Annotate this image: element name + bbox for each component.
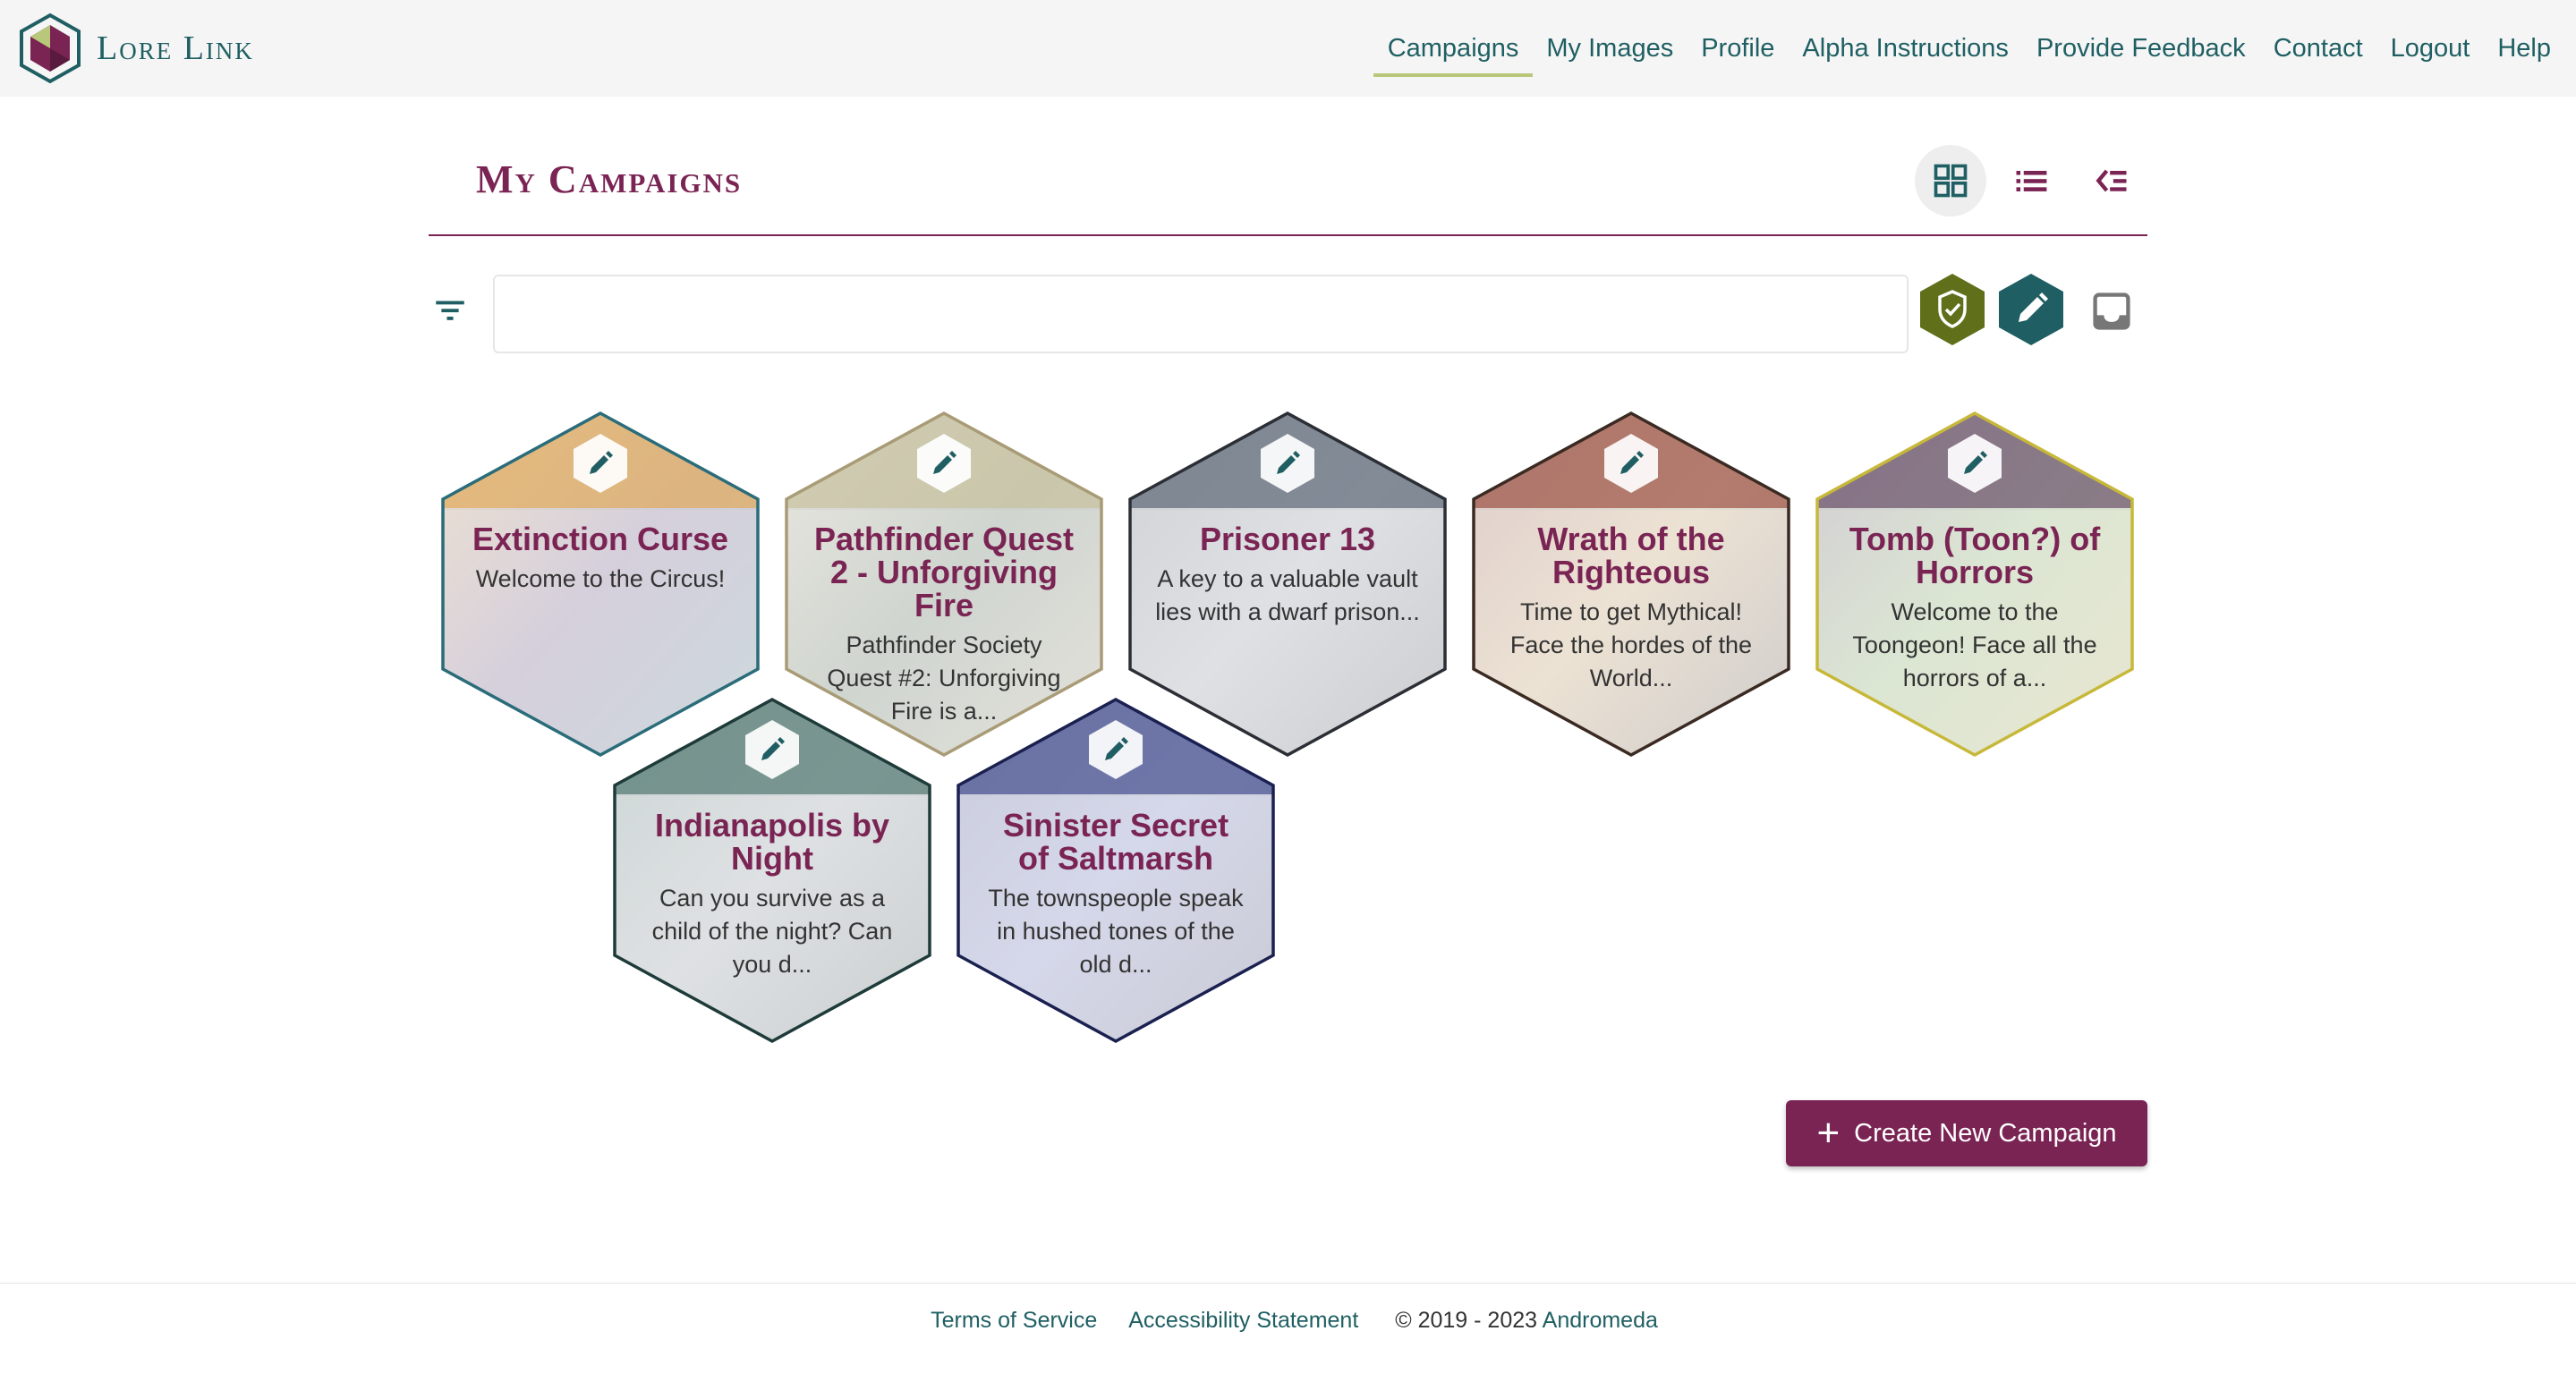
list-view-icon	[2016, 171, 2047, 191]
search-input[interactable]	[493, 275, 1909, 353]
accessibility-statement-link[interactable]: Accessibility Statement	[1128, 1308, 1358, 1333]
campaign-title: Extinction Curse	[472, 521, 729, 557]
page-title: My Campaigns	[476, 157, 743, 201]
edit-campaign-icon[interactable]	[1085, 719, 1146, 780]
edit-campaign-icon[interactable]	[1601, 433, 1662, 494]
create-campaign-button[interactable]: + Create New Campaign	[1786, 1100, 2147, 1166]
plus-icon: +	[1816, 1111, 1841, 1155]
detail-list-icon	[2096, 169, 2127, 192]
campaign-card-wrath-of-the-righteous[interactable]: Wrath of the Righteous Time to get Mythi…	[1472, 411, 1790, 757]
app-name: Lore Link	[97, 30, 254, 67]
app-logo[interactable]: Lore Link	[18, 11, 254, 86]
terms-of-service-link[interactable]: Terms of Service	[931, 1308, 1097, 1333]
campaign-card-indianapolis-by-night[interactable]: Indianapolis by Night Can you survive as…	[613, 698, 931, 1043]
shield-check-icon	[1920, 274, 1985, 345]
filter-button[interactable]	[428, 288, 472, 333]
main-nav: Campaigns My Images Profile Alpha Instru…	[1360, 0, 2551, 97]
campaign-title: Indianapolis by Night	[654, 807, 890, 877]
nav-logout[interactable]: Logout	[2391, 0, 2470, 97]
pencil-icon	[1999, 274, 2063, 345]
archived-filter-button[interactable]	[2088, 288, 2135, 335]
owned-filter-button[interactable]	[1915, 272, 1990, 347]
list-view-button[interactable]	[1995, 145, 2067, 216]
grid-view-button[interactable]	[1915, 145, 1986, 216]
nav-contact[interactable]: Contact	[2274, 0, 2363, 97]
nav-alpha-instructions[interactable]: Alpha Instructions	[1802, 0, 2009, 97]
edit-campaign-icon[interactable]	[914, 433, 974, 494]
filter-icon	[436, 301, 464, 320]
copyright: © 2019 - 2023 Andromeda	[1395, 1308, 1658, 1333]
editable-filter-button[interactable]	[1994, 272, 2069, 347]
edit-campaign-icon[interactable]	[1257, 433, 1318, 494]
campaign-description: Time to get Mythical! Face the hordes of…	[1509, 598, 1753, 691]
campaign-description: The townspeople speak in hushed tones of…	[988, 885, 1244, 978]
view-mode-toggle	[1915, 145, 2156, 216]
footer-divider	[0, 1283, 2576, 1284]
company-link[interactable]: Andromeda	[1543, 1308, 1658, 1333]
logo-hexagon-icon	[20, 13, 81, 84]
nav-profile[interactable]: Profile	[1701, 0, 1774, 97]
copyright-years: © 2019 - 2023	[1395, 1308, 1538, 1333]
footer: Terms of Service Accessibility Statement…	[0, 1308, 2576, 1334]
top-navbar: Lore Link Campaigns My Images Profile Al…	[0, 0, 2576, 97]
edit-campaign-icon[interactable]	[742, 719, 803, 780]
campaign-description: A key to a valuable vault lies with a dw…	[1155, 565, 1420, 625]
campaign-title: Pathfinder Quest 2 - Unforgiving Fire	[813, 521, 1075, 623]
nav-my-images[interactable]: My Images	[1546, 0, 1673, 97]
campaign-card-sinister-secret-of-saltmarsh[interactable]: Sinister Secret of Saltmarsh The townspe…	[956, 698, 1275, 1043]
edit-campaign-icon[interactable]	[570, 433, 631, 494]
campaign-description: Welcome to the Circus!	[475, 565, 726, 592]
campaign-title: Wrath of the Righteous	[1537, 521, 1725, 590]
campaign-description: Welcome to the Toongeon! Face all the ho…	[1852, 598, 2097, 691]
create-campaign-label: Create New Campaign	[1854, 1118, 2117, 1148]
title-divider	[429, 234, 2147, 236]
campaign-title: Sinister Secret of Saltmarsh	[1002, 807, 1229, 877]
campaign-title: Tomb (Toon?) of Horrors	[1849, 521, 2101, 590]
inbox-icon	[2093, 293, 2130, 330]
campaign-description: Can you survive as a child of the night?…	[651, 885, 893, 978]
grid-view-icon	[1934, 164, 1968, 198]
nav-provide-feedback[interactable]: Provide Feedback	[2036, 0, 2246, 97]
edit-campaign-icon[interactable]	[1944, 433, 2005, 494]
campaign-card-tomb-of-horrors[interactable]: Tomb (Toon?) of Horrors Welcome to the T…	[1815, 411, 2134, 757]
nav-help[interactable]: Help	[2497, 0, 2551, 97]
detail-list-button[interactable]	[2076, 145, 2147, 216]
nav-campaigns[interactable]: Campaigns	[1373, 0, 1534, 97]
campaign-title: Prisoner 13	[1199, 521, 1376, 557]
